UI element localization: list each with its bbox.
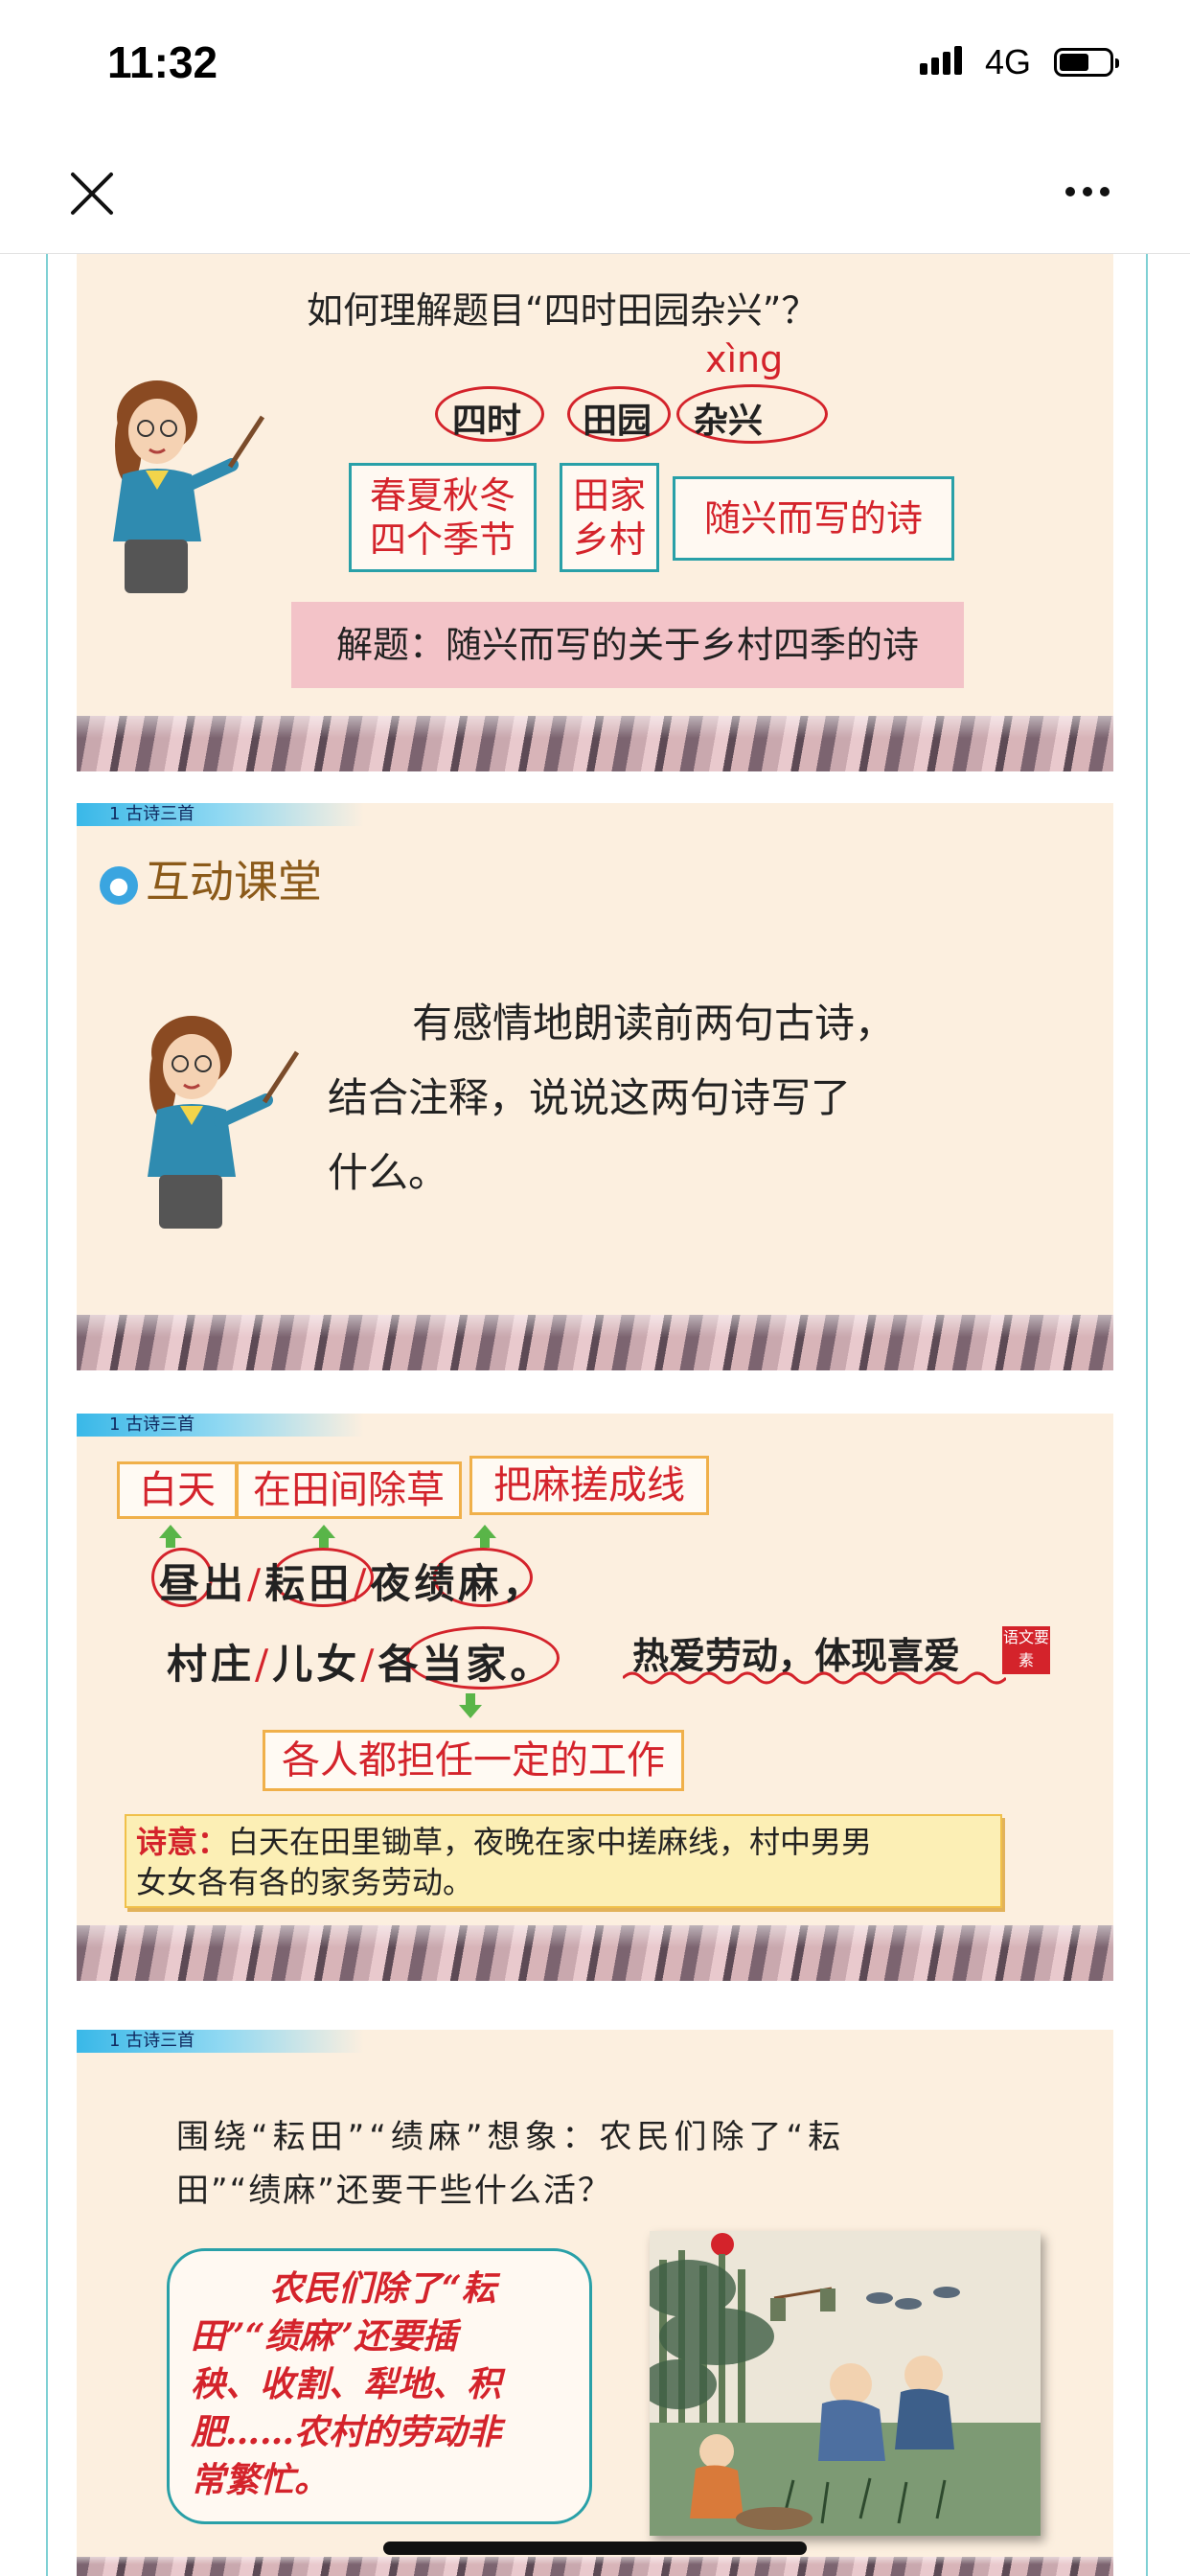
word-sishi: 四时 bbox=[452, 401, 522, 441]
box-tianyuan-meaning: 田家 乡村 bbox=[560, 463, 659, 572]
answer-line-2: 田”“绩麻”还要插 bbox=[191, 2316, 458, 2357]
word-zaxing: 杂兴 bbox=[694, 401, 764, 441]
nav-bar bbox=[0, 134, 1190, 254]
interactive-heading: ● 互动课堂 bbox=[100, 847, 322, 910]
box-cuoma: 把麻搓成线 bbox=[469, 1456, 709, 1515]
stamp-icon: 语文要素 bbox=[1002, 1626, 1050, 1674]
answer-line-3: 秧、收割、犁地、积 bbox=[191, 2364, 502, 2404]
answer-line-5: 常繁忙。 bbox=[191, 2460, 330, 2500]
box-baitian: 白天 bbox=[117, 1461, 238, 1519]
slide1-question: 如何理解题目“四时田园杂兴”？ bbox=[307, 289, 818, 332]
prompt-line-3: 什么。 bbox=[328, 1149, 449, 1196]
prompt-line-1: 有感情地朗读前两句古诗， bbox=[412, 1000, 896, 1046]
poem-meaning-box: 诗意：白天在田里锄草，夜晚在家中搓麻线，村中男男 女女各有各的家务劳动。 bbox=[125, 1814, 1002, 1908]
status-bar: 11:32 4G bbox=[0, 0, 1190, 134]
status-time: 11:32 bbox=[107, 37, 218, 87]
poem-line-1: 昼出/耘田/夜绩麻， bbox=[159, 1560, 547, 1607]
section-tag: 1 古诗三首 bbox=[77, 803, 364, 826]
decorative-strip bbox=[77, 1315, 1113, 1370]
chat-bubble-icon: ● bbox=[100, 865, 138, 905]
teacher-illustration-2 bbox=[125, 1014, 307, 1234]
arrow-up-icon bbox=[312, 1525, 335, 1548]
box-gedang: 各人都担任一定的工作 bbox=[263, 1730, 684, 1791]
meaning-text-2: 女女各有各的家务劳动。 bbox=[136, 1864, 474, 1900]
meaning-text-1: 白天在田里锄草，夜晚在家中搓麻线，村中男男 bbox=[228, 1824, 873, 1860]
slide1-explain: 解题：随兴而写的关于乡村四季的诗 bbox=[291, 602, 964, 688]
farm-painting bbox=[650, 2231, 1041, 2536]
wavy-underline bbox=[623, 1671, 1006, 1685]
teacher-illustration bbox=[90, 379, 272, 599]
section-tag: 1 古诗三首 bbox=[77, 2030, 364, 2053]
slide-interactive: 1 古诗三首 ● 互动课堂 有感情地朗读前两句古诗， 结合注释，说说这两句诗写了 … bbox=[77, 803, 1113, 1370]
more-dots-icon bbox=[1065, 187, 1075, 196]
arrow-up-icon bbox=[159, 1525, 182, 1548]
home-indicator[interactable] bbox=[383, 2542, 807, 2555]
more-button[interactable] bbox=[1065, 182, 1123, 205]
box-chucao: 在田间除草 bbox=[236, 1461, 462, 1519]
question-line-2: 田”“绩麻”还要干些什么活？ bbox=[176, 2172, 612, 2210]
content-area[interactable]: 如何理解题目“四时田园杂兴”？ xìng 四时 田园 杂兴 春夏秋冬 四个季节 … bbox=[46, 254, 1148, 2576]
battery-icon bbox=[1054, 48, 1119, 77]
answer-box: 农民们除了“耘 田”“绩麻”还要插 秧、收割、犁地、积 肥……农村的劳动非 常繁… bbox=[167, 2248, 592, 2524]
slide-title-meaning: 如何理解题目“四时田园杂兴”？ xìng 四时 田园 杂兴 春夏秋冬 四个季节 … bbox=[77, 254, 1113, 771]
answer-line-4: 肥……农村的劳动非 bbox=[191, 2412, 502, 2452]
poem-line-2: 村庄/儿女/各当家。 bbox=[167, 1641, 555, 1688]
box-sishi-meaning: 春夏秋冬 四个季节 bbox=[349, 463, 537, 572]
decorative-strip bbox=[77, 716, 1113, 771]
close-icon bbox=[71, 172, 113, 215]
meaning-label: 诗意： bbox=[136, 1824, 229, 1860]
word-tianyuan: 田园 bbox=[583, 401, 652, 441]
arrow-down-icon bbox=[459, 1693, 482, 1718]
question-line-1: 围绕“耘田”“绩麻”想象：农民们除了“耘 bbox=[176, 2118, 846, 2156]
signal-icon bbox=[920, 46, 966, 75]
decorative-strip bbox=[77, 2557, 1113, 2576]
slide-imagination: 1 古诗三首 围绕“耘田”“绩麻”想象：农民们除了“耘 田”“绩麻”还要干些什么… bbox=[77, 2030, 1113, 2576]
answer-line-1: 农民们除了“耘 bbox=[269, 2268, 496, 2309]
close-button[interactable] bbox=[63, 165, 121, 222]
network-label: 4G bbox=[985, 42, 1032, 81]
slide-poem-analysis: 1 古诗三首 白天 在田间除草 把麻搓成线 昼出/耘田/夜绩麻， 村庄/儿女/各… bbox=[77, 1414, 1113, 1981]
pinyin-xing: xìng bbox=[705, 338, 784, 380]
section-tag: 1 古诗三首 bbox=[77, 1414, 364, 1437]
decorative-strip bbox=[77, 1925, 1113, 1981]
box-zaxing-meaning: 随兴而写的诗 bbox=[673, 476, 954, 561]
prompt-line-2: 结合注释，说说这两句诗写了 bbox=[328, 1074, 852, 1121]
arrow-up-icon bbox=[473, 1525, 496, 1548]
